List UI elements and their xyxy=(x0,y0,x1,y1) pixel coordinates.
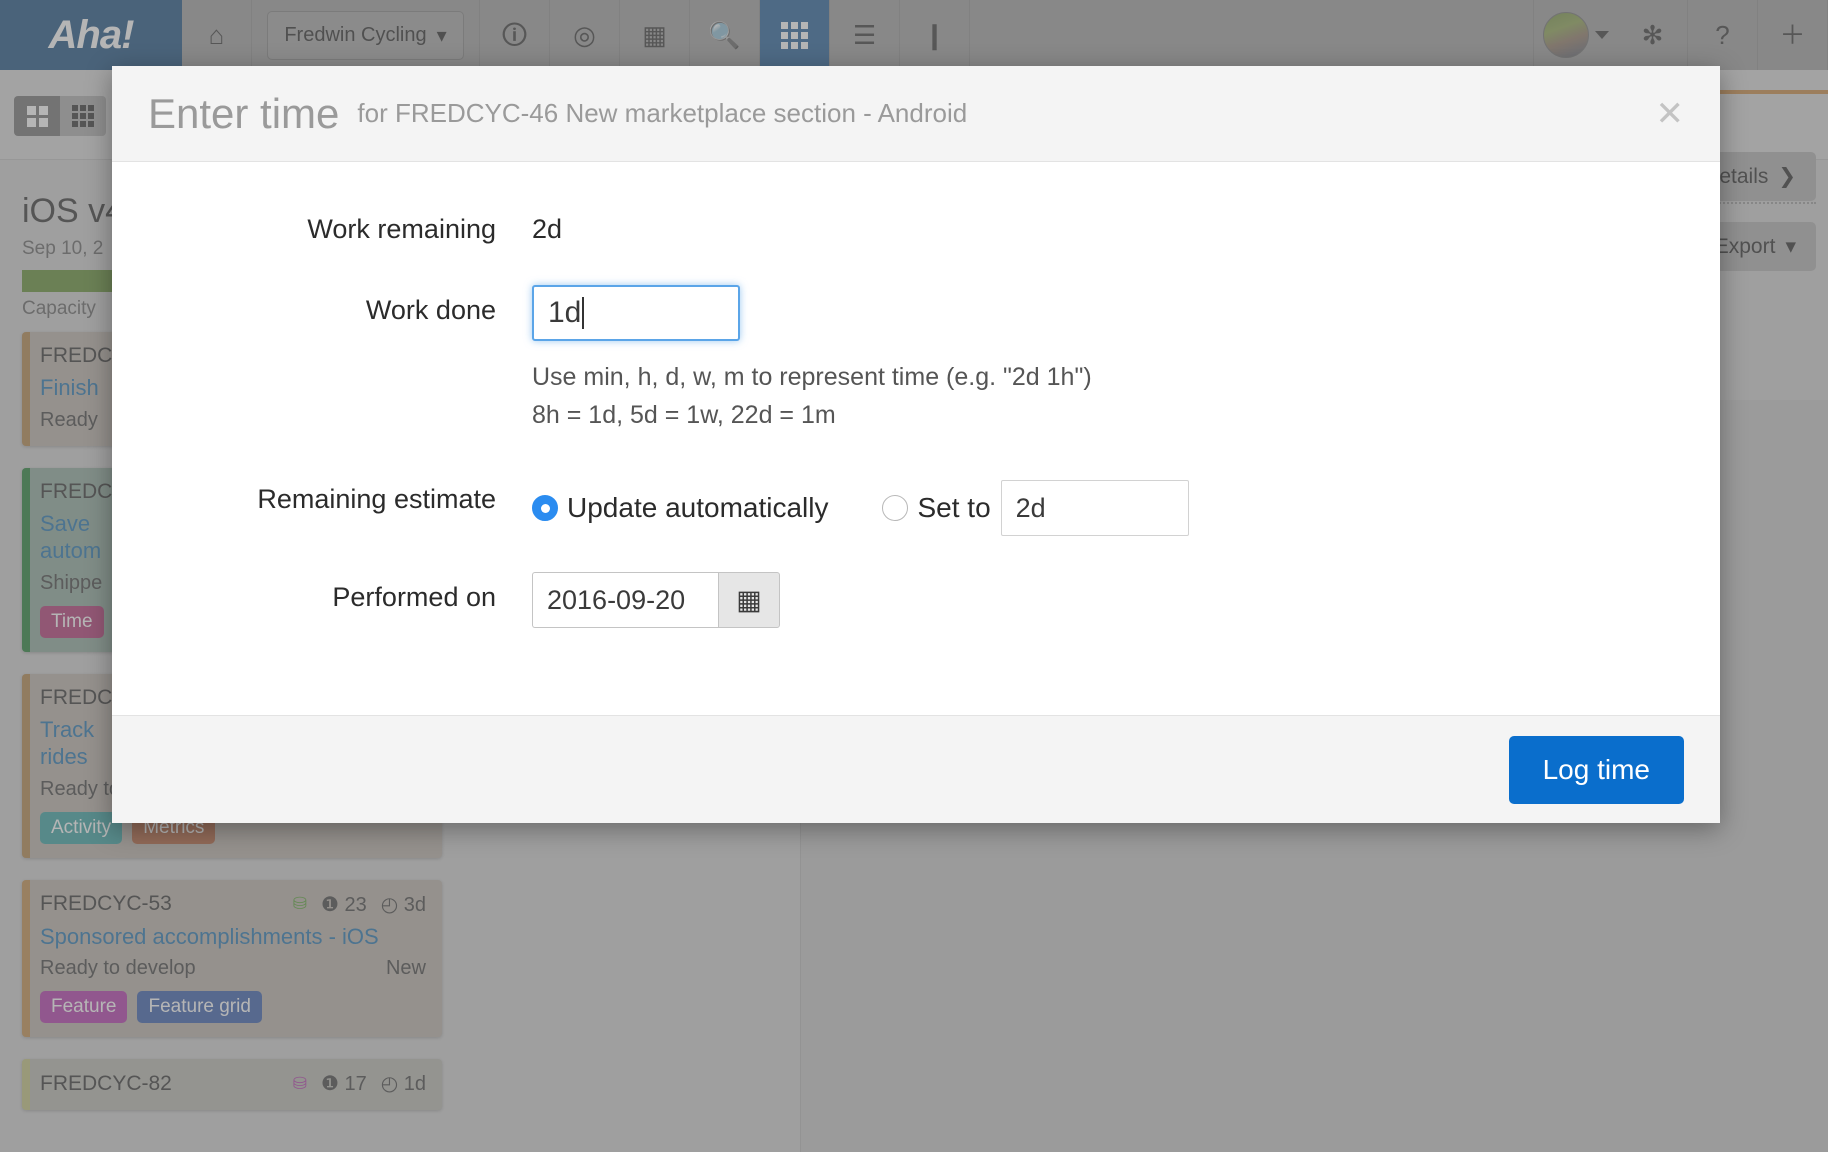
work-done-help: Use min, h, d, w, m to represent time (e… xyxy=(532,359,1092,434)
performed-on-label: Performed on xyxy=(332,582,496,612)
remaining-estimate-row: Remaining estimate Update automatically … xyxy=(112,474,1720,536)
radio-set-to-label[interactable]: Set to xyxy=(917,492,990,524)
modal-body: Work remaining 2d Work done 1d Use min, … xyxy=(112,162,1720,715)
performed-on-row: Performed on ▦ xyxy=(112,572,1720,628)
remaining-estimate-label: Remaining estimate xyxy=(257,484,496,514)
radio-update-automatically-label[interactable]: Update automatically xyxy=(567,492,828,524)
radio-update-automatically[interactable] xyxy=(532,495,558,521)
work-done-help-line-2: 8h = 1d, 5d = 1w, 22d = 1m xyxy=(532,400,836,429)
close-icon[interactable]: ✕ xyxy=(1656,97,1685,131)
set-to-input[interactable] xyxy=(1000,480,1189,536)
modal-title: Enter time xyxy=(148,89,340,137)
work-done-help-line-1: Use min, h, d, w, m to represent time (e… xyxy=(532,363,1092,391)
work-remaining-value: 2d xyxy=(532,214,563,244)
remaining-estimate-options: Update automatically Set to xyxy=(532,474,1189,536)
work-done-input-value: 1d xyxy=(548,296,582,329)
radio-set-to[interactable] xyxy=(882,495,909,521)
enter-time-modal: Enter time for FREDCYC-46 New marketplac… xyxy=(112,66,1720,823)
text-cursor xyxy=(582,297,585,329)
performed-on-field: ▦ xyxy=(532,572,780,628)
log-time-button[interactable]: Log time xyxy=(1508,735,1684,804)
performed-on-input[interactable] xyxy=(532,572,718,628)
work-remaining-label: Work remaining xyxy=(307,214,496,244)
work-done-row: Work done 1d Use min, h, d, w, m to repr… xyxy=(112,285,1720,434)
work-done-label: Work done xyxy=(365,295,496,325)
modal-subtitle: for FREDCYC-46 New marketplace section -… xyxy=(357,98,968,128)
modal-footer: Log time xyxy=(112,715,1720,823)
calendar-icon[interactable]: ▦ xyxy=(718,572,780,628)
app-root: Aha! ⌂ Fredwin Cycling ▾ 🛈 ◎ ▦ 🔍 ☰ xyxy=(0,0,1828,1152)
work-remaining-row: Work remaining 2d xyxy=(112,204,1720,245)
modal-header: Enter time for FREDCYC-46 New marketplac… xyxy=(112,66,1720,162)
work-done-field: 1d Use min, h, d, w, m to represent time… xyxy=(532,285,1092,434)
work-done-input[interactable]: 1d xyxy=(532,285,740,341)
